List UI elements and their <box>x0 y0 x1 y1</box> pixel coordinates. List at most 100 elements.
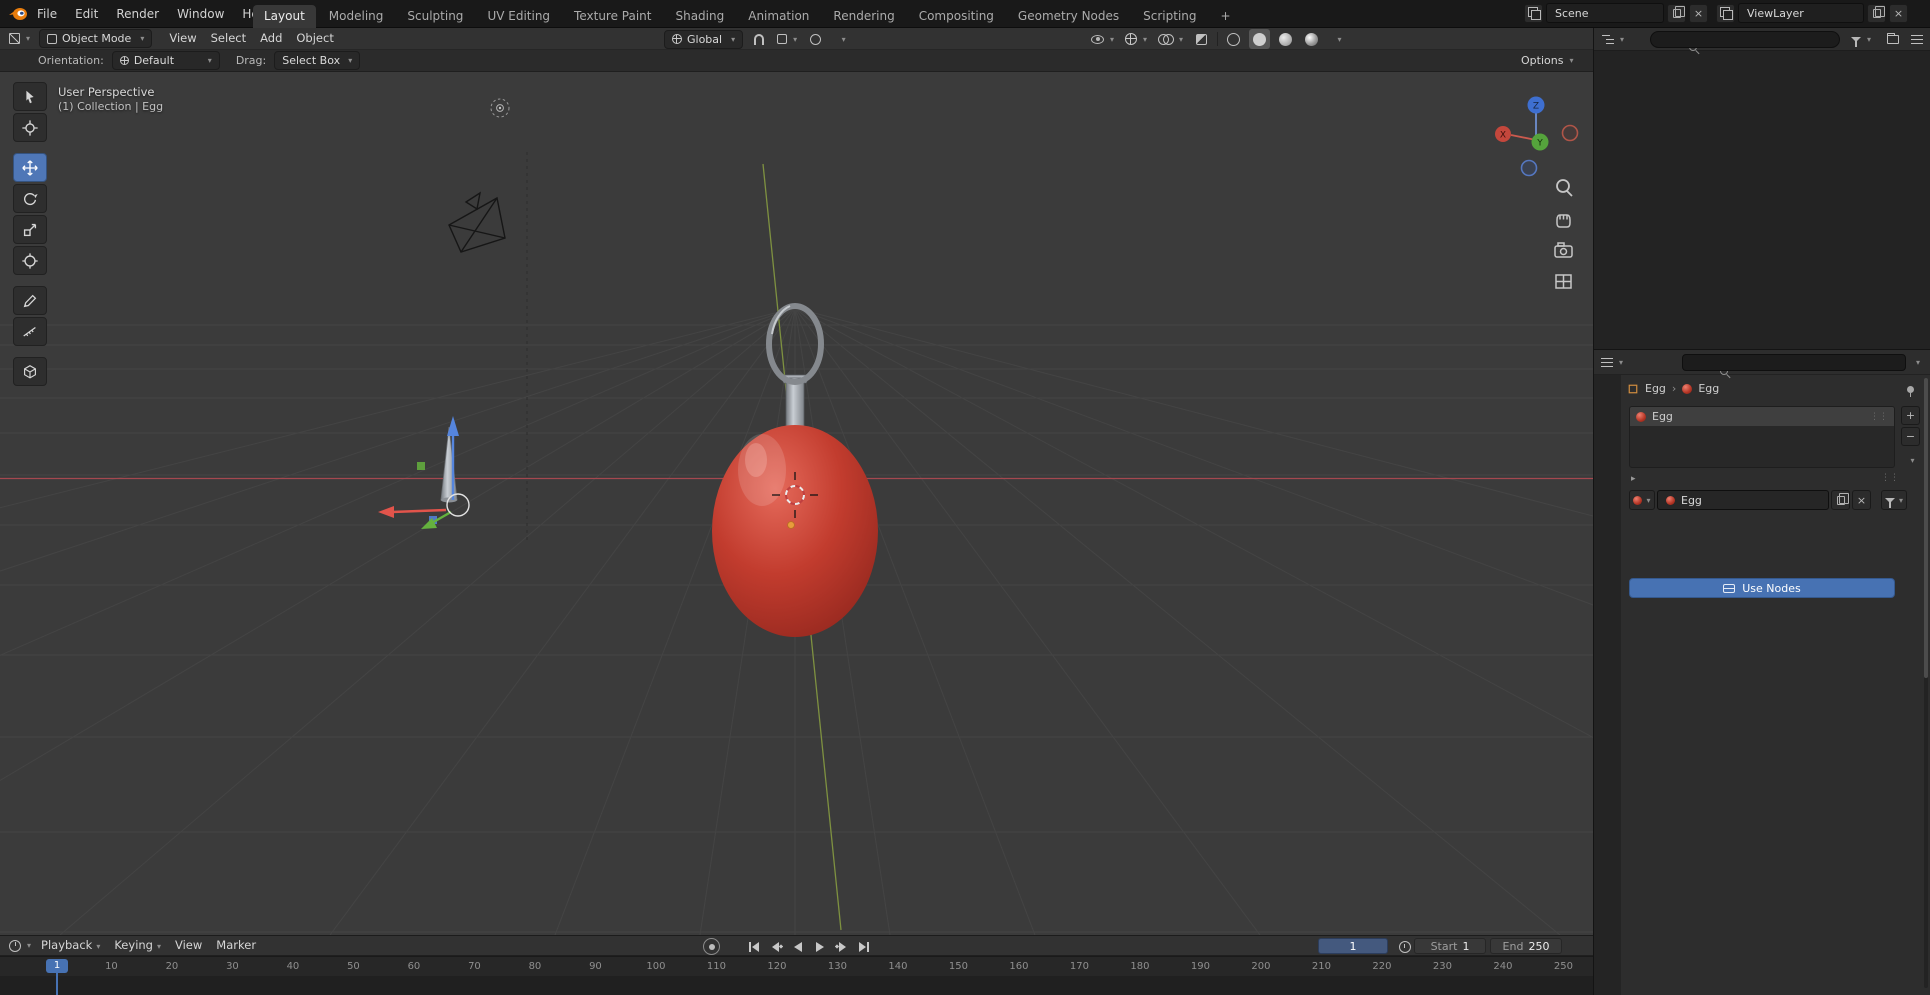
material-name-field[interactable]: Egg <box>1657 490 1829 510</box>
use-nodes-button[interactable]: Use Nodes <box>1629 578 1895 598</box>
overlays-dropdown[interactable]: ▾ <box>1155 29 1186 49</box>
new-scene-icon[interactable] <box>1667 3 1686 23</box>
mode-selector[interactable]: Object Mode ▾ <box>39 29 153 48</box>
workspace-tab-sculpting[interactable]: Sculpting <box>396 5 474 28</box>
delete-scene-icon[interactable]: × <box>1689 3 1708 23</box>
navigation-gizmo[interactable]: Z X Y <box>1495 96 1579 177</box>
gizmos-dropdown[interactable]: ▾ <box>1122 29 1150 49</box>
frame-end-field[interactable]: End 250 <box>1490 938 1562 954</box>
shading-solid-button[interactable] <box>1249 29 1271 49</box>
properties-scrollbar[interactable] <box>1924 378 1928 988</box>
light-object[interactable] <box>490 98 510 118</box>
playhead-line[interactable] <box>55 972 58 995</box>
properties-search-input[interactable] <box>1682 354 1906 371</box>
workspace-tab-texture-paint[interactable]: Texture Paint <box>563 5 662 28</box>
use-preview-range-button[interactable] <box>1394 937 1415 957</box>
menu-render[interactable]: Render <box>107 0 168 28</box>
menu-select[interactable]: Select <box>204 27 253 50</box>
next-keyframe-button[interactable] <box>831 938 853 955</box>
workspace-tab-uv-editing[interactable]: UV Editing <box>476 5 561 28</box>
menu-marker[interactable]: Marker <box>209 934 263 957</box>
rotate-tool[interactable] <box>13 184 47 213</box>
outliner-new-collection-button[interactable] <box>1882 29 1903 49</box>
menu-add[interactable]: Add <box>253 27 289 50</box>
workspace-tab-rendering[interactable]: Rendering <box>822 5 905 28</box>
viewport-camera-button[interactable] <box>1554 242 1573 258</box>
prev-keyframe-button[interactable] <box>765 938 787 955</box>
material-link-dropdown[interactable]: ▾ <box>1881 490 1907 510</box>
workspace-tab-modeling[interactable]: Modeling <box>318 5 395 28</box>
menu-view[interactable]: View <box>162 27 203 50</box>
proportional-edit-button[interactable] <box>805 29 826 49</box>
xray-toggle[interactable] <box>1191 29 1212 49</box>
annotate-tool[interactable] <box>13 286 47 315</box>
camera-object[interactable] <box>448 191 506 253</box>
workspace-tab-compositing[interactable]: Compositing <box>908 5 1005 28</box>
workspace-tab-shading[interactable]: Shading <box>664 5 735 28</box>
workspace-tab-geometry-nodes[interactable]: Geometry Nodes <box>1007 5 1130 28</box>
transform-tool[interactable] <box>13 246 47 275</box>
outliner-filter-dropdown[interactable]: ▾ <box>1848 29 1874 49</box>
viewport-3d[interactable]: Z X Y User Perspective (1) Collection | … <box>0 72 1593 935</box>
outliner-options-button[interactable] <box>1906 29 1927 49</box>
jump-to-start-button[interactable] <box>743 938 765 955</box>
auto-key-button[interactable] <box>703 938 720 955</box>
outliner-search-input[interactable] <box>1650 31 1840 48</box>
snap-toggle-button[interactable] <box>748 29 769 49</box>
material-slot-list[interactable]: Egg ⋮⋮ <box>1629 406 1895 468</box>
editor-type-button[interactable]: ▾ <box>6 29 33 49</box>
slot-specials-button[interactable]: ▾ <box>1901 451 1920 470</box>
breadcrumb-material[interactable]: Egg <box>1698 382 1719 395</box>
workspace-tab-scripting[interactable]: Scripting <box>1132 5 1207 28</box>
browse-material-button[interactable]: ▾ <box>1629 490 1655 510</box>
move-tool[interactable] <box>13 153 47 182</box>
frame-start-field[interactable]: Start 1 <box>1414 938 1486 954</box>
shading-wireframe-button[interactable] <box>1223 29 1244 49</box>
menu-edit[interactable]: Edit <box>66 0 107 28</box>
menu-keying[interactable]: Keying ▾ <box>107 934 168 958</box>
viewport-pan-button[interactable] <box>1556 214 1571 228</box>
chevron-down-icon[interactable]: ▾ <box>1916 358 1920 367</box>
add-workspace-button[interactable]: + <box>1210 5 1242 28</box>
breadcrumb-object[interactable]: Egg <box>1645 382 1666 395</box>
menu-playback[interactable]: Playback ▾ <box>34 934 107 958</box>
delete-viewlayer-icon[interactable]: × <box>1889 3 1908 23</box>
slot-expand-icon[interactable]: ▸ <box>1631 474 1636 484</box>
visibility-dropdown[interactable]: ▾ <box>1088 29 1117 49</box>
options-dropdown[interactable]: Options ▾ <box>1518 51 1576 71</box>
add-slot-button[interactable]: + <box>1901 406 1920 425</box>
orientation-selector[interactable]: Global ▾ <box>664 29 744 49</box>
menu-window[interactable]: Window <box>168 0 233 28</box>
blender-logo[interactable] <box>8 6 28 22</box>
shading-material-button[interactable] <box>1275 29 1296 49</box>
shading-rendered-button[interactable] <box>1301 29 1322 49</box>
pin-icon[interactable] <box>1907 386 1914 397</box>
play-reverse-button[interactable] <box>787 938 809 955</box>
properties-editor-type-button[interactable]: ▾ <box>1598 352 1626 372</box>
scene-field[interactable]: Scene <box>1546 3 1664 23</box>
unlink-material-button[interactable]: × <box>1852 490 1871 510</box>
viewport-zoom-button[interactable] <box>1556 179 1573 197</box>
proportional-falloff-button[interactable]: ▾ <box>831 29 852 49</box>
remove-slot-button[interactable]: − <box>1901 427 1920 446</box>
jump-to-end-button[interactable] <box>853 938 875 955</box>
viewport-canvas[interactable]: Z X Y <box>0 72 1593 935</box>
menu-timeline-view[interactable]: View <box>168 934 209 957</box>
viewlayer-field[interactable]: ViewLayer <box>1738 3 1864 23</box>
browse-scene-icon[interactable] <box>1524 3 1543 23</box>
measure-tool[interactable] <box>13 317 47 346</box>
workspace-tab-layout[interactable]: Layout <box>253 5 316 28</box>
menu-file[interactable]: File <box>28 0 66 28</box>
material-slot-row[interactable]: Egg ⋮⋮ <box>1630 407 1894 426</box>
cursor-tool[interactable] <box>13 113 47 142</box>
timeline-editor-type-button[interactable]: ▾ <box>6 936 34 956</box>
current-frame-field[interactable]: 1 <box>1318 938 1388 954</box>
scale-tool[interactable] <box>13 215 47 244</box>
new-viewlayer-icon[interactable] <box>1867 3 1886 23</box>
viewport-grid-button[interactable] <box>1555 274 1572 289</box>
orientation-setting-dropdown[interactable]: Default ▾ <box>111 51 220 70</box>
menu-object[interactable]: Object <box>289 27 340 50</box>
select-box-tool[interactable] <box>13 82 47 111</box>
snap-target-button[interactable]: ▾ <box>774 29 800 49</box>
drag-dropdown[interactable]: Select Box ▾ <box>274 51 361 70</box>
